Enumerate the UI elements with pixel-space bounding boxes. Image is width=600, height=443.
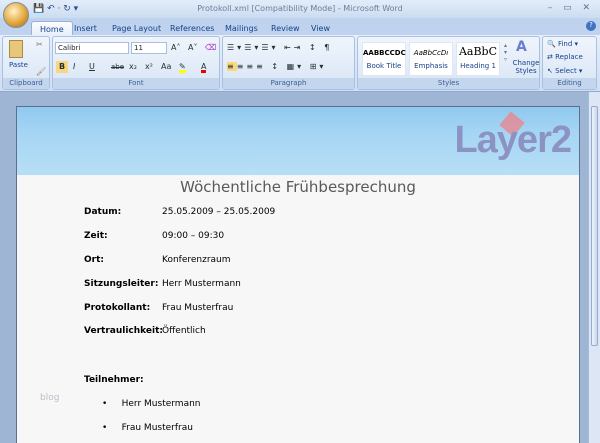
- grow-font-button[interactable]: A˄: [171, 42, 180, 54]
- format-painter-icon[interactable]: 🖌: [36, 67, 46, 76]
- style-book-title[interactable]: AABBCCDC Book Title: [362, 42, 406, 76]
- change-styles-button[interactable]: Change Styles: [512, 59, 540, 75]
- field-label: Sitzungsleiter:: [84, 279, 159, 289]
- tab-insert[interactable]: Insert: [66, 21, 105, 36]
- styles-group: AABBCCDC Book Title AaBbCcDı Emphasis AaBb…: [357, 36, 540, 90]
- underline-button[interactable]: U: [89, 61, 95, 73]
- clipboard-label: Clipboard: [3, 78, 49, 89]
- participant-item: • Frau Musterfrau: [102, 423, 193, 433]
- clipboard-group: Paste ✂ 🖌 Clipboard: [2, 36, 50, 90]
- document-page[interactable]: Layer2 Wöchentliche Frühbesprechung Datu…: [16, 106, 580, 443]
- field-label: Datum:: [84, 207, 122, 217]
- styles-scroll[interactable]: ▴ ▾ ▿: [504, 42, 507, 63]
- field-value: Konferenzraum: [162, 255, 231, 265]
- italic-button[interactable]: I: [73, 61, 75, 73]
- alignment-buttons[interactable]: ≡≡≡≡ ↕ ▦▾ ⊞▾: [227, 61, 326, 73]
- font-name-select[interactable]: Calibri: [55, 42, 129, 54]
- tab-page-layout[interactable]: Page Layout: [104, 21, 169, 36]
- field-label: Vertraulichkeit:: [84, 326, 163, 336]
- font-size-select[interactable]: 11: [131, 42, 167, 54]
- office-button[interactable]: [3, 2, 29, 28]
- font-group: Calibri 11 A˄ A˅ ⌫ B I U abe x₂ x² Aa ✎ …: [52, 36, 220, 90]
- window-controls[interactable]: – ▭ ✕: [548, 3, 594, 13]
- watermark-text: blog: [40, 393, 60, 403]
- field-value: 09:00 – 09:30: [162, 231, 225, 241]
- tab-references[interactable]: References: [162, 21, 222, 36]
- tab-review[interactable]: Review: [263, 21, 308, 36]
- highlight-icon[interactable]: ✎: [179, 61, 186, 73]
- field-label: Zeit:: [84, 231, 108, 241]
- style-heading-1[interactable]: AaBbC Heading 1: [456, 42, 500, 76]
- field-value: Herr Mustermann: [162, 279, 241, 289]
- field-value: Frau Musterfrau: [162, 303, 234, 313]
- field-value: Öffentlich: [162, 326, 206, 336]
- strikethrough-button[interactable]: abe: [111, 61, 124, 73]
- bold-button[interactable]: B: [56, 61, 69, 73]
- field-label: Protokollant:: [84, 303, 151, 313]
- paragraph-label: Paragraph: [223, 78, 354, 89]
- select-button[interactable]: ↖ Select ▾: [547, 67, 582, 75]
- superscript-button[interactable]: x²: [145, 61, 153, 73]
- editing-label: Editing: [543, 78, 596, 89]
- ribbon: Paste ✂ 🖌 Clipboard Calibri 11 A˄ A˅ ⌫ B…: [0, 35, 600, 92]
- tab-mailings[interactable]: Mailings: [217, 21, 266, 36]
- header-band: Layer2: [17, 107, 579, 175]
- document-title: Wöchentliche Frühbesprechung: [180, 178, 416, 196]
- participants-label: Teilnehmer:: [84, 375, 144, 385]
- layer2-logo: Layer2: [454, 119, 572, 161]
- clear-format-icon[interactable]: ⌫: [205, 42, 216, 54]
- help-icon[interactable]: ?: [586, 21, 596, 31]
- field-value: 25.05.2009 – 25.05.2009: [162, 207, 276, 217]
- replace-button[interactable]: ⇄ Replace: [547, 53, 583, 61]
- font-label: Font: [53, 78, 219, 89]
- scroll-thumb[interactable]: [591, 106, 598, 346]
- subscript-button[interactable]: x₂: [129, 61, 137, 73]
- paste-icon: [9, 40, 23, 58]
- editing-group: 🔍 Find ▾ ⇄ Replace ↖ Select ▾ Editing: [542, 36, 597, 90]
- shrink-font-button[interactable]: A˅: [188, 42, 197, 54]
- styles-label: Styles: [358, 78, 539, 89]
- list-buttons[interactable]: ☰▾☰▾☰▾ ⇤⇥ ↕ ¶: [227, 42, 332, 54]
- change-styles-icon: A: [516, 39, 527, 55]
- field-label: Ort:: [84, 255, 104, 265]
- vertical-scrollbar[interactable]: [588, 92, 600, 443]
- paste-button[interactable]: Paste: [9, 61, 28, 69]
- window-title: Protokoll.xml [Compatibility Mode] - Mic…: [197, 4, 403, 13]
- cut-icon[interactable]: ✂: [36, 40, 43, 49]
- ribbon-tabs: Home Insert Page Layout References Maili…: [0, 18, 600, 36]
- change-case-button[interactable]: Aa: [161, 61, 171, 73]
- find-button[interactable]: 🔍 Find ▾: [547, 40, 578, 48]
- style-emphasis[interactable]: AaBbCcDı Emphasis: [409, 42, 453, 76]
- title-bar: 💾 ↶ · ↻ ▾ Protokoll.xml [Compatibility M…: [0, 0, 600, 18]
- font-color-icon[interactable]: A: [201, 61, 207, 73]
- tab-view[interactable]: View: [303, 21, 338, 36]
- paragraph-group: ☰▾☰▾☰▾ ⇤⇥ ↕ ¶ ≡≡≡≡ ↕ ▦▾ ⊞▾ Paragraph: [222, 36, 355, 90]
- participant-item: • Herr Mustermann: [102, 399, 201, 409]
